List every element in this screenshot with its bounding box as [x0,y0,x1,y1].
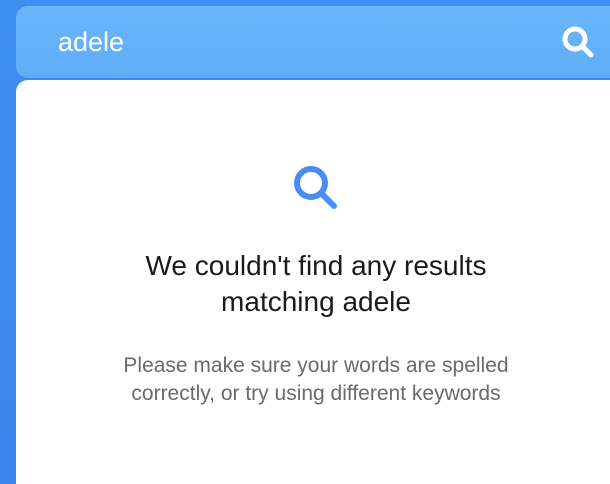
empty-state-description-line: correctly, or try using different keywor… [131,382,501,405]
empty-state-title-line: matching adele [221,286,411,317]
search-button[interactable] [560,24,596,60]
magnifier-icon [294,166,337,209]
results-panel: We couldn't find any results matching ad… [16,80,610,484]
search-icon [562,26,594,58]
search-bar[interactable]: adele [16,6,610,78]
empty-state-description-line: Please make sure your words are spelled [123,354,509,377]
search-input[interactable]: adele [58,26,124,58]
empty-state-title-line: We couldn't find any results [145,250,487,281]
empty-state-description: Please make sure your words are spelled … [16,352,610,408]
empty-state-title: We couldn't find any results matching ad… [16,248,610,320]
